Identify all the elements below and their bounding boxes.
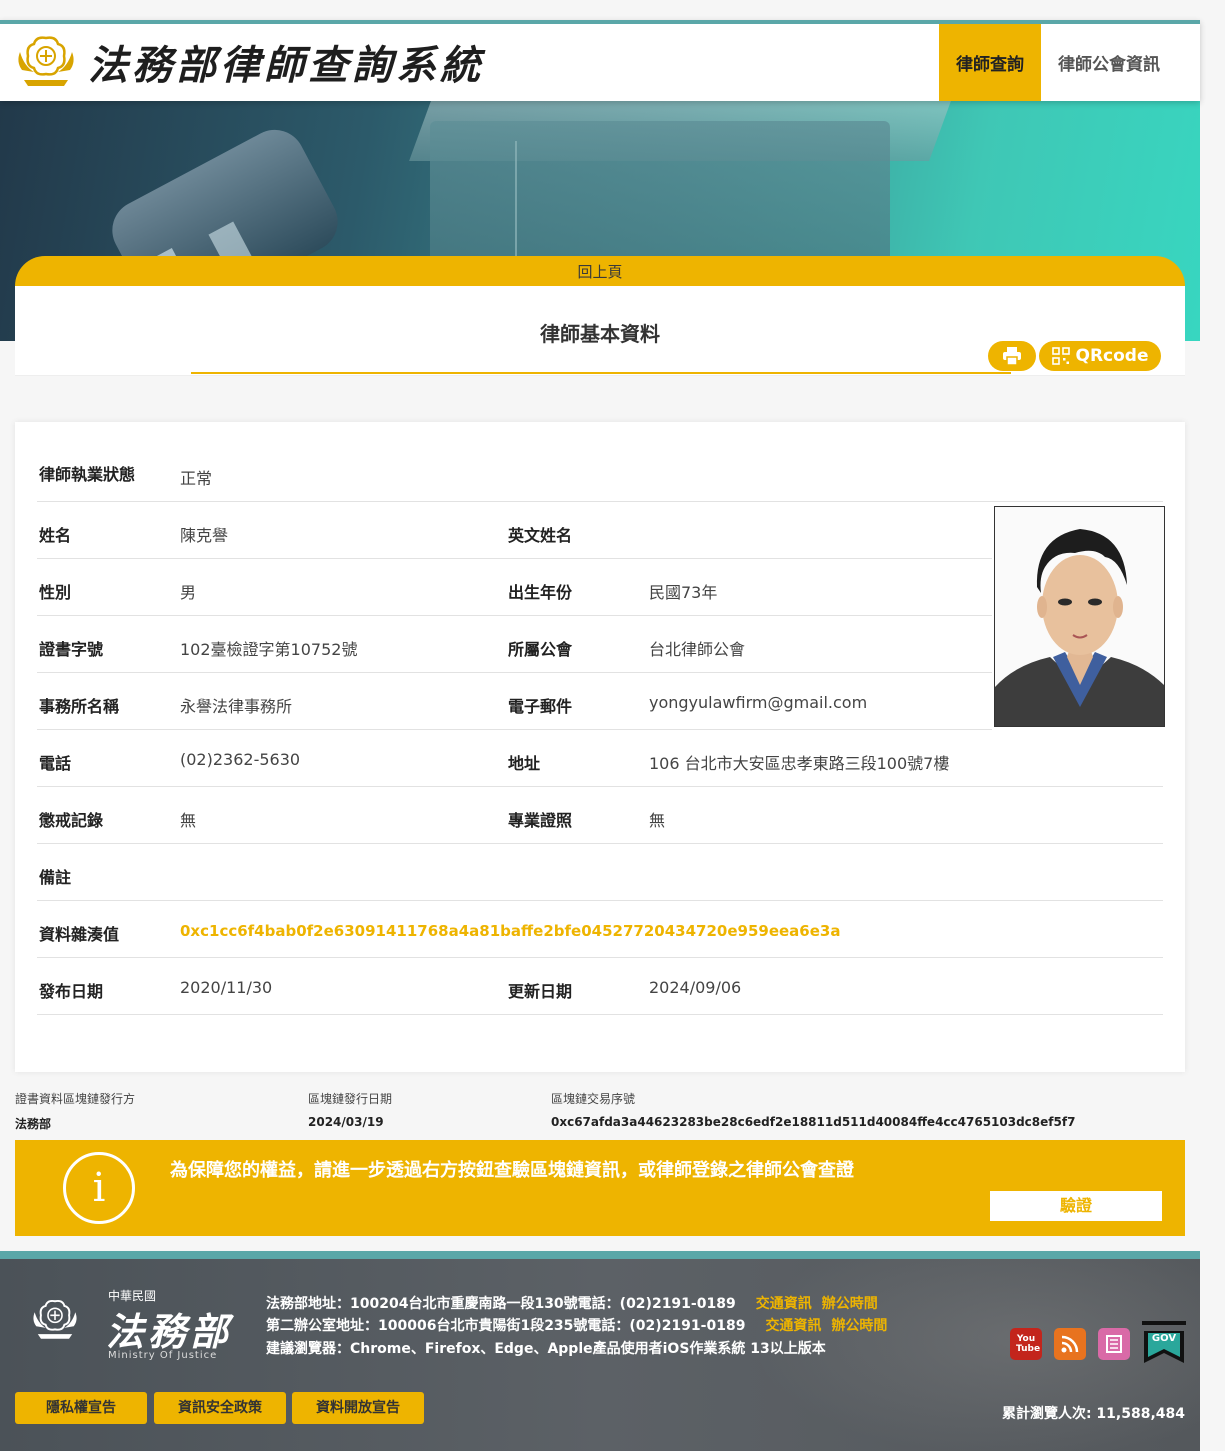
chain-tx-label: 區塊鏈交易序號 bbox=[551, 1092, 636, 1106]
phone-value: (02)2362-5630 bbox=[180, 750, 301, 769]
row-hash: 資料雜湊值 0xc1cc6f4bab0f2e63091411768a4a81ba… bbox=[37, 901, 1163, 958]
specialty-value: 無 bbox=[649, 811, 666, 830]
chain-date-label: 區塊鏈發行日期 bbox=[308, 1092, 393, 1106]
address-value: 106 台北市大安區忠孝東路三段100號7樓 bbox=[649, 754, 950, 773]
lawyer-data-card: 律師執業狀態 正常 姓名 陳克譽 英文姓名 性別 男 出生年份 民國73年 證書… bbox=[15, 422, 1185, 1072]
footer-address-2-text: 第二辦公室地址：100006台北市貴陽街1段235號電話：(02)2191-01… bbox=[266, 1318, 746, 1334]
nav-lawyer-search[interactable]: 律師查詢 bbox=[939, 24, 1041, 101]
email-label: 電子郵件 bbox=[508, 697, 573, 716]
chain-date: 區塊鏈發行日期 2024/03/19 bbox=[308, 1090, 392, 1129]
status-label: 律師執業狀態 bbox=[39, 465, 136, 484]
row-name: 姓名 陳克譽 英文姓名 bbox=[37, 502, 992, 559]
rss-icon[interactable] bbox=[1054, 1328, 1086, 1360]
top-header: 法務部律師查詢系統 律師查詢 律師公會資訊 bbox=[0, 20, 1200, 101]
rss-glyph-icon bbox=[1061, 1335, 1079, 1353]
portrait-image bbox=[995, 507, 1164, 726]
row-phone: 電話 (02)2362-5630 地址 106 台北市大安區忠孝東路三段100號… bbox=[37, 730, 1163, 787]
chain-issuer: 證書資料區塊鏈發行方 法務部 bbox=[15, 1090, 135, 1132]
back-button[interactable]: 回上頁 bbox=[15, 256, 1185, 286]
footer-hours-link[interactable]: 辦公時間 bbox=[822, 1296, 878, 1312]
youtube-icon[interactable]: You Tube bbox=[1010, 1328, 1042, 1360]
site-logo[interactable]: 法務部律師查詢系統 bbox=[14, 32, 484, 92]
visitor-counter: 累計瀏覽人次: 11,588,484 bbox=[1001, 1406, 1185, 1422]
row-gender: 性別 男 出生年份 民國73年 bbox=[37, 559, 992, 616]
main-nav: 律師查詢 律師公會資訊 bbox=[939, 24, 1200, 101]
chain-tx: 區塊鏈交易序號 0xc67afda3a44623283be28c6edf2e18… bbox=[551, 1090, 1075, 1129]
row-status: 律師執業狀態 正常 bbox=[37, 445, 1163, 502]
cert-value: 102臺檢證字第10752號 bbox=[180, 640, 358, 659]
footer-traffic-link[interactable]: 交通資訊 bbox=[765, 1318, 821, 1334]
youtube-icon-text: You Tube bbox=[1016, 1334, 1041, 1354]
row-discipline: 懲戒記錄 無 專業證照 無 bbox=[37, 787, 1163, 844]
en-name-label: 英文姓名 bbox=[508, 526, 573, 545]
specialty-label: 專業證照 bbox=[508, 811, 573, 830]
footer-traffic-link[interactable]: 交通資訊 bbox=[756, 1296, 812, 1312]
qrcode-label: QRcode bbox=[1075, 346, 1149, 366]
publish-label: 發布日期 bbox=[39, 982, 104, 1001]
email-value[interactable]: yongyulawfirm@gmail.com bbox=[649, 693, 867, 712]
row-cert: 證書字號 102臺檢證字第10752號 所屬公會 台北律師公會 bbox=[37, 616, 992, 673]
phone-label: 電話 bbox=[39, 754, 72, 773]
verify-message: 為保障您的權益，請進一步透過右方按鈕查驗區塊鏈資訊，或律師登錄之律師公會查證 bbox=[170, 1160, 854, 1181]
print-button[interactable] bbox=[988, 341, 1036, 371]
name-value: 陳克譽 bbox=[180, 526, 229, 545]
update-value: 2024/09/06 bbox=[649, 978, 742, 997]
firm-label: 事務所名稱 bbox=[39, 697, 120, 716]
chain-issuer-value: 法務部 bbox=[15, 1117, 52, 1131]
firm-value: 永譽法律事務所 bbox=[180, 697, 293, 716]
row-firm: 事務所名稱 永譽法律事務所 電子郵件 yongyulawfirm@gmail.c… bbox=[37, 673, 992, 730]
gov-icon-text: GOV bbox=[1151, 1333, 1177, 1344]
footer-address-1-text: 法務部地址：100204台北市重慶南路一段130號電話：(02)2191-018… bbox=[266, 1296, 736, 1312]
publish-value: 2020/11/30 bbox=[180, 978, 273, 997]
row-remark: 備註 bbox=[37, 844, 1163, 901]
birth-label: 出生年份 bbox=[508, 583, 573, 602]
site-title: 法務部律師查詢系統 bbox=[88, 42, 484, 89]
footer-browser-note: 建議瀏覽器：Chrome、Firefox、Edge、Apple產品使用者iOS作… bbox=[266, 1341, 826, 1357]
bar-value: 台北律師公會 bbox=[649, 640, 746, 659]
news-icon[interactable] bbox=[1098, 1328, 1130, 1360]
nav-bar-association-info[interactable]: 律師公會資訊 bbox=[1041, 24, 1200, 101]
title-card: 律師基本資料 QRcode bbox=[15, 286, 1185, 376]
footer-address-2: 第二辦公室地址：100006台北市貴陽街1段235號電話：(02)2191-01… bbox=[266, 1315, 887, 1335]
chain-tx-value: 0xc67afda3a44623283be28c6edf2e18811d511d… bbox=[551, 1115, 1076, 1129]
qrcode-button[interactable]: QRcode bbox=[1039, 341, 1161, 371]
news-glyph-icon bbox=[1106, 1335, 1122, 1353]
info-icon: i bbox=[63, 1152, 135, 1224]
remark-label: 備註 bbox=[39, 868, 72, 887]
update-label: 更新日期 bbox=[508, 982, 573, 1001]
discipline-value: 無 bbox=[180, 811, 197, 830]
gov-icon[interactable]: GOV bbox=[1142, 1321, 1186, 1365]
chain-date-value: 2024/03/19 bbox=[308, 1115, 384, 1129]
address-label: 地址 bbox=[508, 754, 541, 773]
chain-issuer-label: 證書資料區塊鏈發行方 bbox=[15, 1092, 136, 1106]
privacy-button[interactable]: 隱私權宣告 bbox=[15, 1392, 147, 1424]
hash-label: 資料雜湊值 bbox=[39, 925, 120, 944]
birth-value: 民國73年 bbox=[649, 583, 718, 602]
title-underline bbox=[191, 372, 1011, 374]
bar-label: 所屬公會 bbox=[508, 640, 573, 659]
qrcode-icon bbox=[1051, 347, 1070, 365]
open-data-button[interactable]: 資料開放宣告 bbox=[292, 1392, 424, 1424]
security-policy-button[interactable]: 資訊安全政策 bbox=[154, 1392, 286, 1424]
ministry-emblem-icon bbox=[18, 36, 74, 86]
status-value: 正常 bbox=[180, 469, 213, 488]
name-label: 姓名 bbox=[39, 526, 72, 545]
gender-value: 男 bbox=[180, 583, 197, 602]
verify-button[interactable]: 驗證 bbox=[990, 1191, 1162, 1221]
hash-value[interactable]: 0xc1cc6f4bab0f2e63091411768a4a81baffe2bf… bbox=[180, 922, 840, 940]
gender-label: 性別 bbox=[39, 583, 72, 602]
footer-address-1: 法務部地址：100204台北市重慶南路一段130號電話：(02)2191-018… bbox=[266, 1293, 878, 1313]
footer-hours-link[interactable]: 辦公時間 bbox=[831, 1318, 887, 1334]
ministry-emblem-icon bbox=[33, 1299, 77, 1339]
lawyer-photo bbox=[994, 506, 1165, 727]
row-dates: 發布日期 2020/11/30 更新日期 2024/09/06 bbox=[37, 958, 1163, 1015]
site-footer: 中華民國 法務部 Ministry Of Justice 法務部地址：10020… bbox=[0, 1251, 1200, 1451]
footer-ministry-en: Ministry Of Justice bbox=[108, 1350, 218, 1361]
cert-label: 證書字號 bbox=[39, 640, 104, 659]
verify-banner: i 為保障您的權益，請進一步透過右方按鈕查驗區塊鏈資訊，或律師登錄之律師公會查證… bbox=[15, 1140, 1185, 1236]
discipline-label: 懲戒記錄 bbox=[39, 811, 104, 830]
printer-icon bbox=[1003, 347, 1021, 366]
footer-ministry-name: 法務部 bbox=[106, 1309, 233, 1354]
